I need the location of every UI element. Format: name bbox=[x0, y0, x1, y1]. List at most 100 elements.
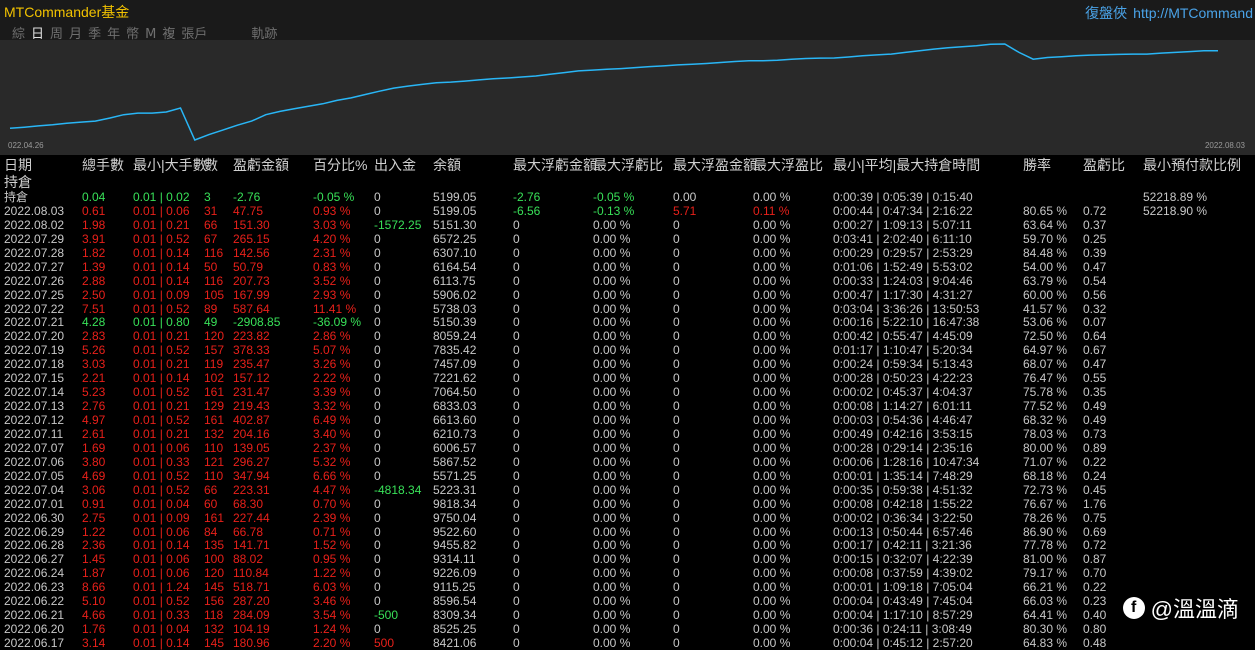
cell-win: 77.78 % bbox=[1023, 538, 1068, 553]
table-row[interactable]: 2022.07.22 7.51 0.01 | 0.52 89 587.64 11.41 %… bbox=[0, 302, 1255, 316]
cell-win: 80.30 % bbox=[1023, 622, 1068, 637]
cell-mfpp: 0.00 % bbox=[753, 399, 791, 414]
header-col-2: 最小|大手數 bbox=[133, 157, 207, 173]
cell-inout: 0 bbox=[374, 580, 381, 595]
cell-bal: 9314.11 bbox=[433, 552, 476, 567]
cell-inout: 0 bbox=[374, 245, 381, 260]
cell-mfl: 0 bbox=[513, 552, 520, 567]
cell-win: 59.70 % bbox=[1023, 231, 1068, 246]
table-row[interactable]: 2022.07.26 2.88 0.01 | 0.14 116 207.73 3.52 %… bbox=[0, 274, 1255, 288]
cell-date: 2022.08.03 bbox=[4, 203, 65, 218]
cell-mfp: 0 bbox=[673, 315, 680, 330]
cell-cnt: 66 bbox=[204, 217, 218, 232]
cell-pnl: 231.47 bbox=[233, 385, 270, 400]
cell-mflp: 0.00 % bbox=[593, 413, 631, 427]
table-row[interactable]: 2022.06.23 8.66 0.01 | 1.24 145 518.71 6.03 %… bbox=[0, 580, 1255, 594]
cell-time: 0:00:01 | 1:35:14 | 7:48:29 bbox=[833, 468, 973, 483]
table-row[interactable]: 2022.08.03 0.61 0.01 | 0.06 31 47.75 0.93 % 0 5… bbox=[0, 204, 1255, 218]
cell-mflp: 0.00 % bbox=[593, 426, 631, 441]
table-row[interactable]: 2022.06.24 1.87 0.01 | 0.06 120 110.84 1.22 %… bbox=[0, 566, 1255, 580]
cell-date: 2022.07.19 bbox=[4, 343, 65, 358]
table-row[interactable]: 2022.06.30 2.75 0.01 | 0.09 161 227.44 2.39 %… bbox=[0, 511, 1255, 525]
cell-mfpp: 0.00 % bbox=[753, 231, 791, 246]
table-row[interactable]: 2022.06.21 4.66 0.01 | 0.33 118 284.09 3.54 %… bbox=[0, 608, 1255, 622]
cell-cnt: 132 bbox=[204, 426, 225, 441]
cell-pf: 0.67 bbox=[1083, 343, 1107, 358]
cell-pct: 0.95 % bbox=[313, 552, 351, 567]
table-row[interactable]: 2022.06.22 5.10 0.01 | 0.52 156 287.20 3.46 %… bbox=[0, 594, 1255, 608]
cell-date: 2022.07.13 bbox=[4, 399, 65, 414]
cell-pf: 0.48 bbox=[1083, 636, 1107, 650]
table-row[interactable]: 2022.07.01 0.91 0.01 | 0.04 60 68.30 0.70 % 0 9… bbox=[0, 497, 1255, 511]
table-row[interactable]: 2022.07.29 3.91 0.01 | 0.52 67 265.15 4.20 % 0… bbox=[0, 232, 1255, 246]
cell-mfl: 0 bbox=[513, 301, 520, 316]
cell-mfp: 0 bbox=[673, 580, 680, 595]
table-row[interactable]: 2022.07.13 2.76 0.01 | 0.21 129 219.43 3.32 %… bbox=[0, 399, 1255, 413]
cell-pf: 0.87 bbox=[1083, 552, 1107, 567]
table-row[interactable]: 2022.07.05 4.69 0.01 | 0.52 110 347.94 6.66 %… bbox=[0, 469, 1255, 483]
cell-pnl: 167.99 bbox=[233, 287, 270, 302]
table-row[interactable]: 2022.07.25 2.50 0.01 | 0.09 105 167.99 2.93 %… bbox=[0, 288, 1255, 302]
cell-bal: 8059.24 bbox=[433, 329, 477, 344]
cell-time: 0:01:06 | 1:52:49 | 5:53:02 bbox=[833, 259, 973, 274]
table-row[interactable]: 2022.07.27 1.39 0.01 | 0.14 50 50.79 0.83 % 0 6… bbox=[0, 260, 1255, 274]
cell-win: 60.00 % bbox=[1023, 287, 1068, 302]
cell-pct: 3.26 % bbox=[313, 357, 351, 372]
cell-mfl: 0 bbox=[513, 440, 520, 455]
brand-url[interactable]: http://MTCommand bbox=[1133, 5, 1253, 21]
table-row[interactable]: 2022.07.04 3.06 0.01 | 0.52 66 223.31 4.47 % -… bbox=[0, 483, 1255, 497]
cell-date: 2022.08.02 bbox=[4, 217, 65, 232]
cell-pnl: 223.82 bbox=[233, 329, 270, 344]
table-row[interactable]: 2022.07.11 2.61 0.01 | 0.21 132 204.16 3.40 %… bbox=[0, 427, 1255, 441]
table-row[interactable]: 2022.07.12 4.97 0.01 | 0.52 161 402.87 6.49 %… bbox=[0, 413, 1255, 427]
cell-mflp: 0.00 % bbox=[593, 385, 631, 400]
cell-date: 2022.07.22 bbox=[4, 301, 65, 316]
cell-cnt: 120 bbox=[204, 329, 225, 344]
cell-inout: 0 bbox=[374, 203, 381, 218]
cell-mfp: 0 bbox=[673, 440, 680, 455]
table-row[interactable]: 2022.07.07 1.69 0.01 | 0.06 110 139.05 2.37 %… bbox=[0, 441, 1255, 455]
header-col-3: 數 bbox=[204, 157, 218, 173]
cell-pct: 0.83 % bbox=[313, 259, 351, 274]
cell-time: 0:03:04 | 3:36:26 | 13:50:53 bbox=[833, 301, 980, 316]
table-row[interactable]: 2022.06.17 3.14 0.01 | 0.14 145 180.96 2.20 %… bbox=[0, 636, 1255, 650]
table-row[interactable]: 2022.07.20 2.83 0.01 | 0.21 120 223.82 2.86 %… bbox=[0, 329, 1255, 343]
cell-pnl: 207.73 bbox=[233, 273, 270, 288]
cell-inout: 0 bbox=[374, 552, 381, 567]
cell-lots: 2.75 bbox=[82, 510, 106, 525]
table-row[interactable]: 2022.06.20 1.76 0.01 | 0.04 132 104.19 1.24 %… bbox=[0, 622, 1255, 636]
table-row[interactable]: 2022.07.18 3.03 0.01 | 0.21 119 235.47 3.26 %… bbox=[0, 357, 1255, 371]
cell-lots: 1.76 bbox=[82, 622, 106, 637]
table-row[interactable]: 2022.06.28 2.36 0.01 | 0.14 135 141.71 1.52 %… bbox=[0, 538, 1255, 552]
cell-bal: 6164.54 bbox=[433, 259, 477, 274]
cell-cnt: 116 bbox=[204, 245, 224, 260]
cell-inout: 0 bbox=[374, 468, 381, 483]
cell-pnl: 347.94 bbox=[233, 468, 270, 483]
cell-minmax: 0.01 | 0.52 bbox=[133, 385, 190, 400]
cell-bal: 8596.54 bbox=[433, 594, 477, 609]
cell-margin: 52218.90 % bbox=[1143, 203, 1208, 218]
cell-minmax: 0.01 | 0.21 bbox=[133, 217, 190, 232]
cell-bal: 8309.34 bbox=[433, 608, 477, 623]
cell-mfp: 0 bbox=[673, 357, 680, 372]
cell-pnl: 180.96 bbox=[233, 636, 270, 650]
cell-margin: 52218.89 % bbox=[1143, 190, 1208, 204]
table-row[interactable]: 2022.06.29 1.22 0.01 | 0.06 84 66.78 0.71 % 0 9… bbox=[0, 525, 1255, 539]
table-row[interactable]: 2022.07.28 1.82 0.01 | 0.14 116 142.56 2.31 %… bbox=[0, 246, 1255, 260]
cell-mflp: 0.00 % bbox=[593, 217, 631, 232]
cell-cnt: 110 bbox=[204, 468, 224, 483]
cell-pf: 1.76 bbox=[1083, 496, 1107, 511]
table-row[interactable]: 2022.06.27 1.45 0.01 | 0.06 100 88.02 0.95 % 0… bbox=[0, 552, 1255, 566]
cell-bal: 8421.06 bbox=[433, 636, 477, 650]
cell-win: 76.67 % bbox=[1023, 496, 1068, 511]
table-row[interactable]: 2022.07.06 3.80 0.01 | 0.33 121 296.27 5.32 %… bbox=[0, 455, 1255, 469]
table-row[interactable]: 持倉 0.04 0.01 | 0.02 3 -2.76 -0.05 % 0 5199.05 -2… bbox=[0, 190, 1255, 204]
table-row[interactable]: 2022.07.15 2.21 0.01 | 0.14 102 157.12 2.22 %… bbox=[0, 371, 1255, 385]
cell-pct: 2.93 % bbox=[313, 287, 351, 302]
table-row[interactable]: 2022.08.02 1.98 0.01 | 0.21 66 151.30 3.03 % -… bbox=[0, 218, 1255, 232]
cell-mfp: 0 bbox=[673, 608, 680, 623]
table-row[interactable]: 2022.07.19 5.26 0.01 | 0.52 157 378.33 5.07 %… bbox=[0, 343, 1255, 357]
table-row[interactable]: 2022.07.14 5.23 0.01 | 0.52 161 231.47 3.39 %… bbox=[0, 385, 1255, 399]
cell-cnt: 89 bbox=[204, 301, 218, 316]
table-row[interactable]: 2022.07.21 4.28 0.01 | 0.80 49 -2908.85 -36.0… bbox=[0, 315, 1255, 329]
